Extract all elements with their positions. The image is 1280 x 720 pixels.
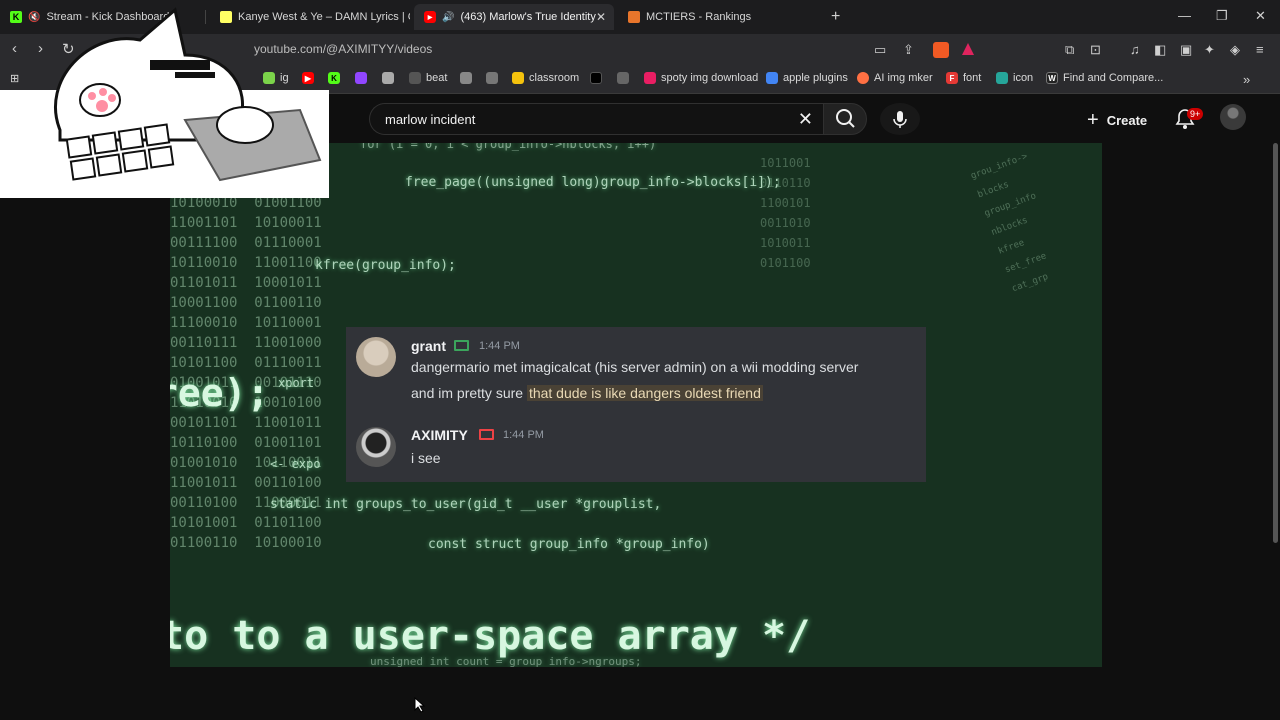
message-time: 1:44 PM bbox=[479, 340, 520, 352]
gear-icon bbox=[617, 72, 629, 84]
search-button[interactable] bbox=[823, 103, 867, 135]
restore-icon[interactable]: ❐ bbox=[1216, 8, 1228, 24]
font-icon: F bbox=[946, 72, 958, 84]
tab-youtube-active[interactable]: ▶ 🔊 (463) Marlow's True Identity - ✕ bbox=[414, 4, 614, 30]
bookmark-beat[interactable]: beat bbox=[409, 72, 447, 84]
close-window-icon[interactable]: ✕ bbox=[1255, 8, 1266, 24]
tiktok-icon bbox=[590, 72, 602, 84]
bookmark-apple-plugins[interactable]: apple plugins bbox=[766, 72, 848, 84]
brave-shields-icon[interactable] bbox=[933, 42, 949, 58]
code-line: unsigned int count = group_info->ngroups… bbox=[370, 655, 642, 667]
bookmark-discord[interactable] bbox=[486, 72, 503, 84]
code-fragments-right: grou_info-> blocks group_info nblocks kf… bbox=[969, 151, 1050, 295]
kick-icon: K bbox=[328, 72, 340, 84]
cast-icon[interactable]: ▭ bbox=[874, 42, 886, 58]
binary-column-mid: 1011001 0110110 1100101 0011010 1010011 … bbox=[760, 156, 811, 270]
bookmark-icon: W bbox=[1046, 72, 1058, 84]
tab-title: MCTIERS - Rankings bbox=[646, 11, 752, 23]
big-code-text: ree); bbox=[170, 371, 270, 415]
message-text: dangermario met imagicalcat (his server … bbox=[411, 359, 859, 375]
author-name: AXIMITY bbox=[411, 427, 468, 443]
code-line: free_page((unsigned long)group_info->blo… bbox=[405, 175, 781, 190]
highlighted-text: that dude is like dangers oldest friend bbox=[526, 385, 763, 401]
sidebar-icon[interactable]: ◧ bbox=[1154, 42, 1166, 58]
page-scrollbar[interactable] bbox=[1273, 143, 1278, 543]
search-input[interactable]: marlow incident ✕ bbox=[369, 103, 823, 135]
bookmark-find-compare[interactable]: W Find and Compare... bbox=[1046, 72, 1163, 84]
big-code-text: to to a user-space array */ bbox=[170, 613, 811, 659]
bookmark-icon bbox=[644, 72, 656, 84]
bookmark-twitch[interactable] bbox=[355, 72, 372, 84]
notification-badge: 9+ bbox=[1187, 108, 1204, 120]
speaker-icon[interactable]: 🔊 bbox=[442, 12, 454, 23]
bookmark-chatgpt[interactable] bbox=[382, 72, 399, 84]
discord-chat-overlay: grant 1:44 PM dangermario met imagicalca… bbox=[346, 327, 926, 482]
author-name: grant bbox=[411, 338, 446, 354]
cat-keyboard-sticker bbox=[0, 7, 329, 198]
more-bookmarks-icon[interactable]: » bbox=[1243, 72, 1250, 87]
desktop-status-icon bbox=[479, 429, 494, 440]
search-icon bbox=[836, 109, 855, 128]
desktop-status-icon bbox=[454, 340, 469, 351]
new-tab-button[interactable]: + bbox=[831, 8, 840, 26]
grant-avatar bbox=[356, 337, 396, 377]
classroom-icon bbox=[512, 72, 524, 84]
database-icon bbox=[460, 72, 472, 84]
bookmark-ai-img[interactable]: AI img mker bbox=[857, 72, 933, 84]
code-line: const struct group_info *group_info) bbox=[428, 537, 710, 552]
clear-search-icon[interactable]: ✕ bbox=[798, 109, 813, 130]
leo-ai-icon[interactable]: ✦ bbox=[1204, 42, 1215, 58]
discord-icon bbox=[486, 72, 498, 84]
code-label: <- expo bbox=[270, 457, 321, 471]
mctiers-icon bbox=[628, 11, 640, 23]
mouse-cursor-icon bbox=[414, 697, 426, 713]
code-line: for (i = 0; i < group_info->nblocks; i++… bbox=[360, 143, 657, 151]
aximity-avatar bbox=[356, 427, 396, 467]
bookmark-font[interactable]: Ffont bbox=[946, 72, 981, 84]
microphone-icon bbox=[893, 111, 907, 128]
code-line: kfree(group_info); bbox=[315, 258, 456, 273]
wallet-icon[interactable]: ▣ bbox=[1180, 42, 1192, 58]
extensions-icon[interactable]: ⧉ bbox=[1065, 42, 1074, 58]
message-text: and im pretty sure bbox=[411, 385, 527, 401]
create-button[interactable]: + Create bbox=[1087, 109, 1147, 132]
menu-icon[interactable]: ≡ bbox=[1256, 42, 1264, 57]
code-line: static int groups_to_user(gid_t __user *… bbox=[270, 497, 662, 512]
bookmark-icon-site[interactable]: icon bbox=[996, 72, 1033, 84]
bookmark-icon bbox=[996, 72, 1008, 84]
code-label: xport bbox=[278, 376, 315, 390]
drive-icon bbox=[766, 72, 778, 84]
music-icon[interactable]: ♫ bbox=[1130, 42, 1140, 57]
vpn-icon[interactable]: ◈ bbox=[1230, 42, 1240, 58]
bookmark-tiktok[interactable] bbox=[590, 72, 607, 84]
chatgpt-icon bbox=[382, 72, 394, 84]
screenshot-icon[interactable]: ⊡ bbox=[1090, 42, 1101, 58]
bookmark-icon bbox=[409, 72, 421, 84]
voice-search-button[interactable] bbox=[880, 103, 920, 135]
bookmark-kick[interactable]: K bbox=[328, 72, 345, 84]
youtube-icon: ▶ bbox=[424, 11, 436, 23]
twitch-icon bbox=[355, 72, 367, 84]
bookmark-icon bbox=[857, 72, 869, 84]
message-text: i see bbox=[411, 450, 441, 466]
plus-icon: + bbox=[1087, 109, 1099, 131]
bookmark-spoty[interactable]: spoty img download bbox=[644, 72, 758, 84]
tab-title: (463) Marlow's True Identity - bbox=[460, 11, 603, 23]
bookmark-classroom[interactable]: classroom bbox=[512, 72, 579, 84]
message-time: 1:44 PM bbox=[503, 429, 544, 441]
bookmark-stack[interactable] bbox=[460, 72, 477, 84]
brave-rewards-icon[interactable] bbox=[962, 43, 974, 55]
tab-mctiers[interactable]: MCTIERS - Rankings bbox=[618, 4, 818, 30]
share-icon[interactable]: ⇪ bbox=[903, 42, 914, 58]
bookmark-gear[interactable] bbox=[617, 72, 634, 84]
message-text-line2: and im pretty sure that dude is like dan… bbox=[411, 385, 763, 401]
minimize-icon[interactable]: — bbox=[1178, 8, 1191, 23]
account-avatar[interactable] bbox=[1220, 104, 1246, 130]
close-tab-icon[interactable]: ✕ bbox=[596, 10, 606, 24]
search-query: marlow incident bbox=[385, 112, 476, 127]
